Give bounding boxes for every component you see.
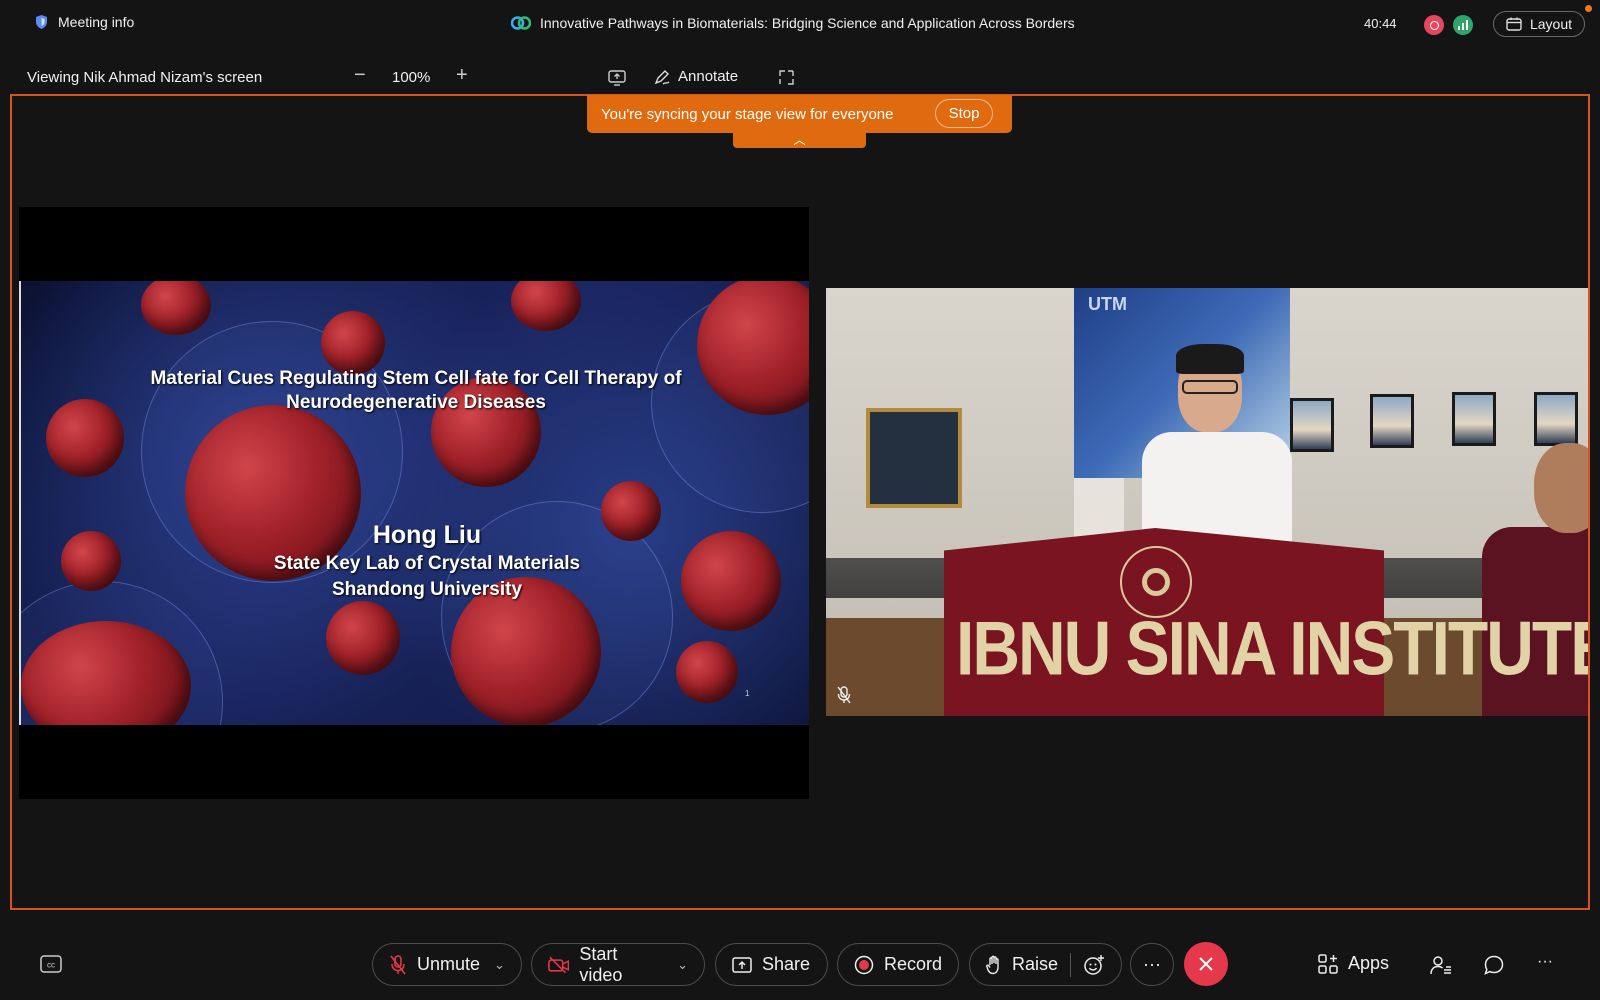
unmute-button[interactable]: Unmute ⌄ [372,943,522,986]
more-icon: ··· [1143,954,1161,974]
meeting-timer: 40:44 [1364,16,1397,31]
annotate-label: Annotate [678,68,739,85]
apps-grid-icon [1318,953,1338,974]
share-screen-icon[interactable] [608,70,626,91]
record-button[interactable]: Record [837,943,959,986]
slide-affiliation-line1: State Key Lab of Crystal Materials [273,553,581,574]
sync-stage-banner: You're syncing your stage view for every… [587,95,1012,133]
slide-page-number: 1 [745,689,750,698]
shield-icon [36,15,47,29]
zoom-out-button[interactable]: − [354,64,366,87]
mic-muted-icon [390,954,406,974]
collapse-banner-button[interactable]: ︿ [733,132,866,148]
layout-label: Layout [1529,16,1573,32]
raise-label: Raise [1012,954,1059,974]
chevron-down-icon[interactable]: ⌄ [494,957,505,973]
stop-sync-button[interactable]: Stop [935,99,993,128]
zoom-in-button[interactable]: + [456,64,468,87]
wall-portrait [1452,392,1496,446]
sync-message: You're syncing your stage view for every… [601,105,894,123]
reaction-icon[interactable] [1083,954,1105,976]
overflow-menu-button[interactable]: ··· [1537,953,1553,971]
meeting-info-button[interactable]: Meeting info [34,14,134,30]
mic-muted-icon [836,686,852,709]
shared-screen: Material Cues Regulating Stem Cell fate … [19,207,809,799]
divider [1070,952,1072,977]
participants-icon[interactable] [1430,955,1452,980]
slide-title-line1: Material Cues Regulating Stem Cell fate … [150,368,682,389]
presentation-slide: Material Cues Regulating Stem Cell fate … [19,281,809,725]
apps-label: Apps [1348,953,1390,973]
start-video-button[interactable]: Start video ⌄ [531,943,705,986]
wall-portrait [1290,398,1334,452]
hand-icon [986,955,999,974]
participant-video[interactable]: UTM IBNU SINA INSTITUTE [826,288,1588,716]
raise-button[interactable]: Raise [969,943,1122,986]
slide-author: Hong Liu [372,521,482,549]
annotate-button[interactable]: Annotate [654,68,738,85]
meeting-title: Innovative Pathways in Biomaterials: Bri… [511,15,1075,31]
network-icon[interactable] [1453,15,1473,35]
utm-banner-text: UTM [1088,294,1127,314]
notification-dot [1585,5,1592,12]
svg-text:cc: cc [47,961,55,970]
record-label: Record [883,954,942,974]
podium-text: IBNU SINA INSTITUTE [956,605,1588,691]
webex-logo-icon [511,16,531,30]
speaker [1142,344,1292,572]
slide-title-line2: Neurodegenerative Diseases [286,392,546,413]
calendar-layout-icon [1506,17,1522,31]
camera-off-icon [548,956,570,973]
layout-button[interactable]: Layout [1493,11,1585,37]
closed-caption-icon[interactable]: cc [40,955,62,978]
share-up-icon [732,956,752,973]
record-icon [854,955,874,974]
fullscreen-icon[interactable] [779,70,794,90]
unmute-label: Unmute [417,954,481,974]
zoom-level: 100% [392,69,431,86]
viewing-screen-label: Viewing Nik Ahmad Nizam's screen [27,69,263,86]
wall-portrait [1370,394,1414,448]
chevron-down-icon[interactable]: ⌄ [677,957,688,973]
leave-meeting-button[interactable] [1184,942,1228,986]
top-bar: Meeting info Innovative Pathways in Biom… [0,0,1600,50]
record-indicator-icon[interactable] [1424,15,1444,35]
chat-icon[interactable] [1484,955,1504,980]
annotate-pen-icon [654,69,670,85]
slide-affiliation-line2: Shandong University [331,579,523,600]
share-label: Share [762,954,811,974]
wall-painting [866,408,962,508]
start-video-label: Start video [579,943,623,985]
more-options-button[interactable]: ··· [1130,943,1174,986]
slide-title: Material Cues Regulating Stem Cell fate … [21,367,809,415]
meeting-title-text: Innovative Pathways in Biomaterials: Bri… [540,15,1075,31]
close-icon [1199,957,1213,971]
wall-portrait [1534,392,1578,446]
meeting-info-label: Meeting info [58,14,135,30]
share-button[interactable]: Share [715,943,828,986]
apps-button[interactable]: Apps [1318,953,1389,974]
